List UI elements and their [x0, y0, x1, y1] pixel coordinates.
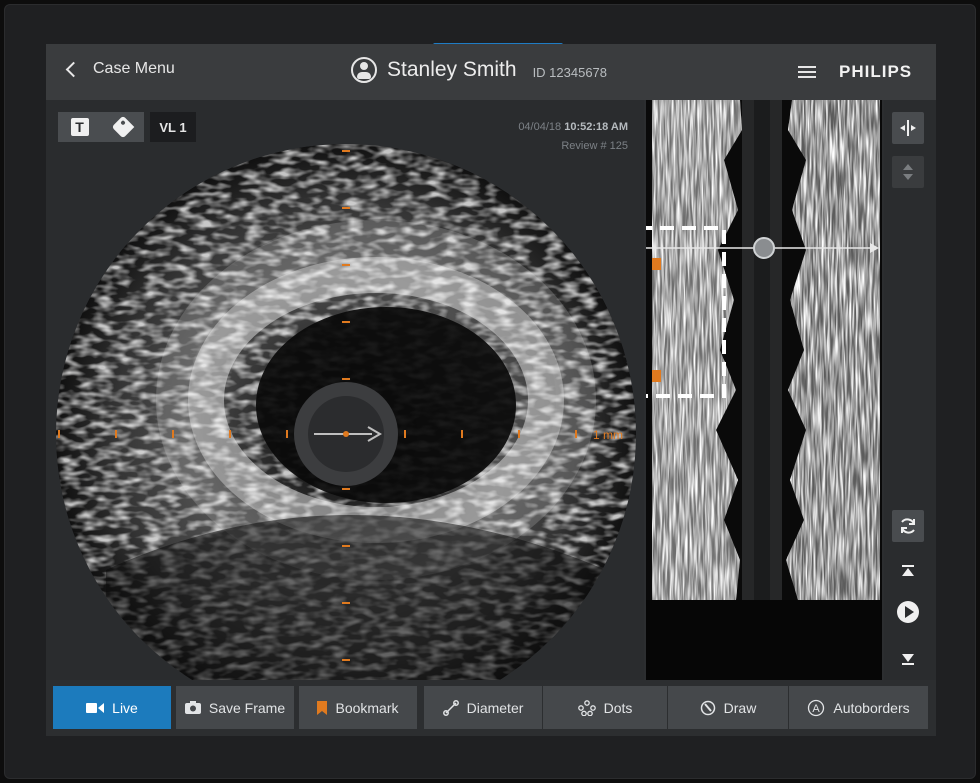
autoborders-label: Autoborders — [833, 699, 910, 716]
diameter-button[interactable]: Diameter — [424, 686, 542, 729]
live-button[interactable]: Live — [53, 686, 171, 729]
frame-date: 04/04/18 — [518, 121, 562, 133]
ivus-image: 1 mm — [56, 144, 636, 680]
patient-id: ID 12345678 — [532, 64, 608, 80]
split-icon — [900, 120, 916, 136]
autoborders-button[interactable]: A Autoborders — [789, 686, 928, 729]
range-icon — [903, 164, 913, 180]
screen: Case Menu Stanley Smith ID 12345678 PHIL… — [46, 44, 936, 736]
autoborders-icon: A — [808, 699, 825, 716]
frame-meta: 04/04/18 10:52:18 AM Review # 125 — [518, 118, 628, 156]
chevron-left-icon — [65, 61, 82, 77]
skip-top-icon — [902, 565, 914, 576]
range-button[interactable] — [892, 156, 924, 188]
text-annotation-button[interactable]: T — [58, 112, 101, 142]
frame-time: 10:52:18 AM — [564, 121, 628, 133]
draw-icon — [700, 700, 715, 715]
hamburger-menu-icon[interactable] — [798, 66, 816, 78]
ivus-cross-section-view[interactable]: 1 mm T VL 1 04/04/18 10:52:18 AM Review … — [46, 100, 644, 680]
bookmark-button[interactable]: Bookmark — [299, 686, 417, 729]
dots-label: Dots — [603, 699, 633, 716]
video-camera-icon — [86, 702, 105, 713]
case-menu-button[interactable]: Case Menu — [64, 60, 175, 78]
diameter-label: Diameter — [466, 699, 524, 716]
play-button[interactable] — [896, 600, 920, 624]
longitudinal-tools — [884, 100, 936, 680]
split-view-button[interactable] — [892, 112, 924, 144]
view-label-badge[interactable]: VL 1 — [150, 112, 196, 142]
draw-label: Draw — [723, 699, 757, 716]
refresh-icon — [901, 518, 915, 534]
diameter-icon — [442, 699, 459, 716]
brand-logo: PHILIPS — [839, 62, 913, 81]
save-frame-label: Save Frame — [208, 699, 286, 716]
longitudinal-view[interactable] — [636, 100, 882, 680]
dots-icon — [577, 699, 596, 716]
tag-button[interactable] — [101, 112, 144, 142]
longitudinal-image — [636, 100, 882, 600]
skip-to-bottom-button[interactable] — [898, 650, 918, 668]
loop-button[interactable] — [892, 510, 924, 542]
image-tool-group: T — [58, 112, 144, 142]
draw-button[interactable]: Draw — [668, 686, 788, 729]
bookmark-label: Bookmark — [335, 699, 399, 716]
svg-text:A: A — [813, 703, 821, 715]
position-handle[interactable] — [753, 237, 775, 259]
patient-info: Stanley Smith ID 12345678 — [351, 57, 607, 83]
tag-icon — [111, 115, 134, 139]
text-icon: T — [70, 118, 89, 136]
camera-icon — [184, 701, 201, 714]
header-bar: Case Menu Stanley Smith ID 12345678 PHIL… — [46, 44, 936, 100]
skip-to-top-button[interactable] — [898, 562, 918, 580]
bookmark-icon — [317, 700, 328, 715]
user-icon — [351, 57, 377, 83]
scale-label: 1 mm — [593, 428, 623, 442]
bottom-toolbar: Live Save Frame Bookmark Diameter Dots D… — [46, 680, 936, 736]
patient-name: Stanley Smith — [387, 58, 517, 81]
dots-button[interactable]: Dots — [543, 686, 667, 729]
save-frame-button[interactable]: Save Frame — [176, 686, 294, 729]
center-marker — [343, 431, 349, 437]
live-label: Live — [112, 699, 138, 716]
skip-bottom-icon — [902, 654, 914, 665]
review-number: Review # 125 — [561, 140, 628, 152]
play-icon — [897, 601, 919, 623]
case-menu-label: Case Menu — [93, 60, 175, 77]
